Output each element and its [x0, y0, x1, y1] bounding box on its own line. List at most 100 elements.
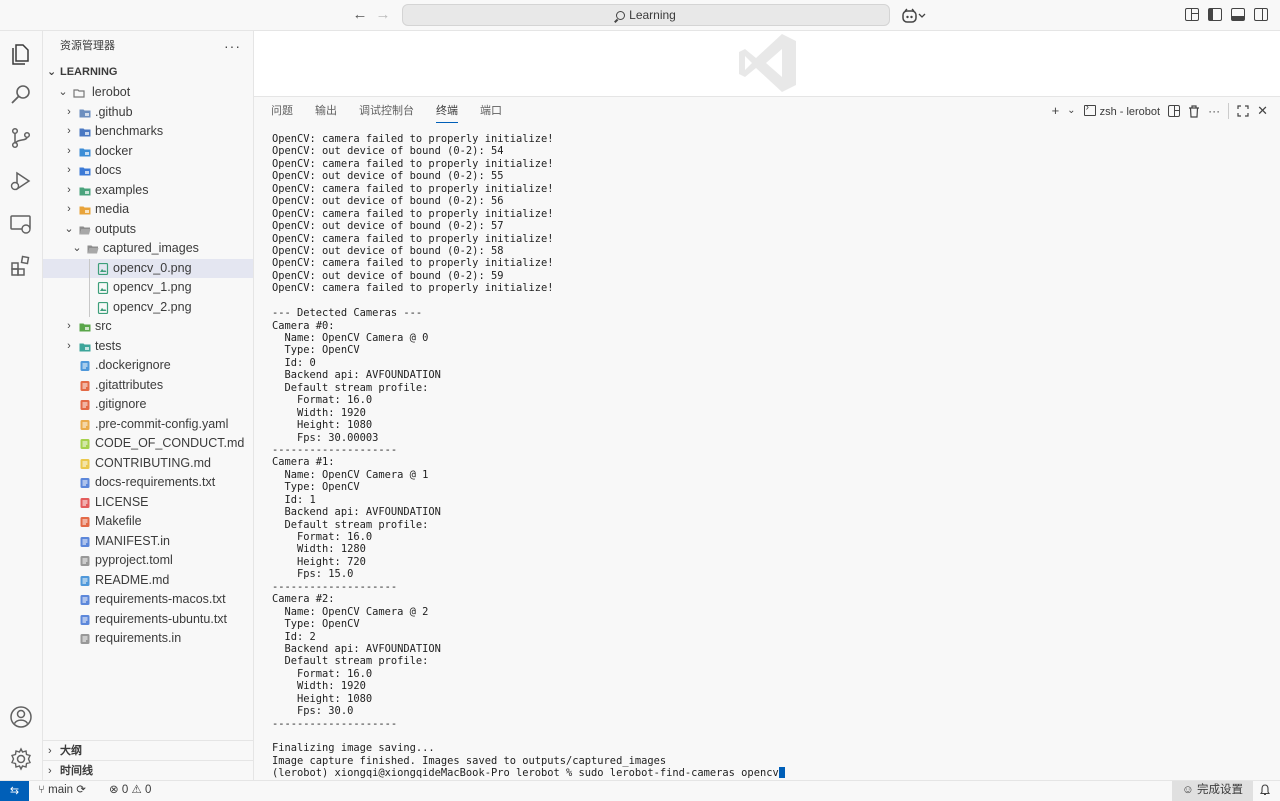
terminal-line: Type: OpenCV: [272, 344, 360, 357]
tree-item[interactable]: › tests: [43, 337, 253, 357]
terminal-selector[interactable]: zsh - lerobot: [1083, 102, 1160, 118]
bottom-panel: 问题 输出 调试控制台 终端 端口 + ⌄ zsh - lerobot ··· ✕ Op…: [254, 96, 1280, 780]
file-icon: [80, 536, 90, 547]
tree-item[interactable]: › .github: [43, 103, 253, 123]
extensions-icon[interactable]: [9, 254, 33, 278]
tree-item-root-folder[interactable]: ⌄ lerobot: [43, 83, 253, 103]
tree-item[interactable]: ⌄ captured_images: [43, 239, 253, 259]
tree-item[interactable]: README.md: [43, 571, 253, 591]
tree-item[interactable]: CONTRIBUTING.md: [43, 454, 253, 474]
tree-item[interactable]: .gitattributes: [43, 376, 253, 396]
tree-item-label: .gitignore: [95, 397, 147, 411]
panel-tab[interactable]: 输出: [315, 103, 337, 123]
source-control-icon[interactable]: [9, 126, 33, 150]
tree-item[interactable]: requirements.in: [43, 629, 253, 649]
tree-item[interactable]: .gitignore: [43, 395, 253, 415]
folder-icon: [79, 343, 91, 351]
back-arrow-icon[interactable]: ←: [351, 6, 369, 24]
folder-icon: [79, 323, 91, 332]
tree-item[interactable]: ⌄ outputs: [43, 220, 253, 240]
panel-tab[interactable]: 终端: [436, 103, 458, 123]
run-and-debug-icon[interactable]: [9, 169, 33, 193]
explorer-icon[interactable]: [9, 41, 33, 65]
terminal-line: Name: OpenCV Camera @ 2: [272, 605, 429, 618]
new-terminal-icon[interactable]: +: [1052, 103, 1060, 119]
terminal-line: Height: 720: [272, 555, 366, 568]
tree-item[interactable]: › examples: [43, 181, 253, 201]
terminal-prompt-line[interactable]: (lerobot) xiongqi@xiongqideMacBook-Pro l…: [272, 767, 1272, 779]
tree-item[interactable]: MANIFEST.in: [43, 532, 253, 552]
folder-icon: [79, 128, 91, 137]
workspace-section-header[interactable]: ⌄ LEARNING: [43, 61, 253, 83]
more-actions-icon[interactable]: ···: [1208, 103, 1220, 119]
settings-gear-icon[interactable]: [9, 747, 33, 771]
file-icon: [80, 478, 90, 488]
terminal-line: Camera #2:: [272, 593, 335, 606]
terminal-output[interactable]: OpenCV: camera failed to properly initia…: [272, 133, 1272, 780]
terminal-line: OpenCV: camera failed to properly initia…: [272, 133, 554, 145]
tree-item-label: docker: [95, 143, 133, 158]
panel-tabs: 问题 输出 调试控制台 终端 端口: [271, 103, 502, 123]
more-actions-icon[interactable]: ···: [224, 31, 241, 61]
tree-item-label: outputs: [95, 221, 137, 236]
problems-status[interactable]: ⊗ 0 ⚠ 0: [109, 781, 151, 800]
branch-status[interactable]: ⑂ main ⟳: [38, 781, 86, 800]
tree-item[interactable]: .pre-commit-config.yaml: [43, 415, 253, 435]
tree-item[interactable]: opencv_0.png: [43, 258, 253, 278]
tree-item[interactable]: requirements-macos.txt: [43, 590, 253, 610]
tree-item[interactable]: opencv_1.png: [43, 278, 253, 298]
maximize-panel-icon[interactable]: [1237, 105, 1249, 117]
terminal-line: Default stream profile:: [272, 655, 429, 668]
finish-setup-button[interactable]: ☺ 完成设置: [1172, 781, 1253, 801]
copilot-icon[interactable]: [901, 8, 927, 24]
tree-item-label: .dockerignore: [95, 358, 171, 372]
file-icon: [80, 419, 90, 430]
customize-layout-icon[interactable]: [1185, 8, 1199, 21]
status-bar: ⇆ ⑂ main ⟳ ⊗ 0 ⚠ 0 ☺ 完成设置: [0, 780, 1280, 801]
chevron-right-icon: ›: [67, 203, 71, 215]
chevron-down-icon[interactable]: ⌄: [1067, 103, 1075, 119]
terminal-line: Width: 1280: [272, 543, 366, 556]
tree-item[interactable]: requirements-ubuntu.txt: [43, 610, 253, 630]
command-center-search[interactable]: Learning: [402, 4, 890, 26]
remote-explorer-icon[interactable]: [9, 212, 33, 236]
tree-item[interactable]: docs-requirements.txt: [43, 473, 253, 493]
remote-indicator-icon[interactable]: ⇆: [0, 781, 29, 801]
outline-section-header[interactable]: › 大纲: [43, 740, 253, 760]
tree-item[interactable]: .dockerignore: [43, 356, 253, 376]
toggle-primary-sidebar-icon[interactable]: [1208, 8, 1222, 21]
toggle-secondary-sidebar-icon[interactable]: [1254, 8, 1268, 21]
image-file-icon: [97, 282, 109, 294]
tree-item[interactable]: LICENSE: [43, 493, 253, 513]
terminal-line: Finalizing image saving...: [272, 742, 435, 755]
terminal-line: Image capture finished. Images saved to …: [272, 754, 667, 767]
tree-item[interactable]: › media: [43, 200, 253, 220]
accounts-icon[interactable]: [9, 705, 33, 729]
tree-item[interactable]: CODE_OF_CONDUCT.md: [43, 434, 253, 454]
toggle-panel-icon[interactable]: [1231, 8, 1245, 21]
tree-item[interactable]: › docker: [43, 142, 253, 162]
tree-item[interactable]: Makefile: [43, 512, 253, 532]
split-terminal-icon[interactable]: [1168, 105, 1181, 117]
tree-item[interactable]: pyproject.toml: [43, 551, 253, 571]
tree-item[interactable]: › docs: [43, 161, 253, 181]
timeline-section-header[interactable]: › 时间线: [43, 760, 253, 780]
panel-tab[interactable]: 端口: [480, 103, 502, 123]
warning-count: 0: [144, 784, 152, 796]
terminal-line: Width: 1920: [272, 406, 366, 419]
terminal-line: Backend api: AVFOUNDATION: [272, 369, 441, 382]
close-panel-icon[interactable]: ✕: [1257, 103, 1268, 119]
search-icon[interactable]: [9, 83, 33, 107]
forward-arrow-icon[interactable]: →: [374, 6, 392, 24]
trash-icon[interactable]: [1188, 104, 1200, 118]
tree-item-label: README.md: [95, 572, 170, 587]
panel-tab[interactable]: 调试控制台: [359, 103, 414, 123]
tree-item[interactable]: › src: [43, 317, 253, 337]
panel-tab[interactable]: 问题: [271, 103, 293, 123]
tree-item[interactable]: › benchmarks: [43, 122, 253, 142]
notifications-bell-icon[interactable]: [1260, 784, 1270, 796]
search-icon: [616, 11, 626, 20]
tree-item[interactable]: opencv_2.png: [43, 297, 253, 317]
terminal-line: Height: 1080: [272, 692, 373, 705]
